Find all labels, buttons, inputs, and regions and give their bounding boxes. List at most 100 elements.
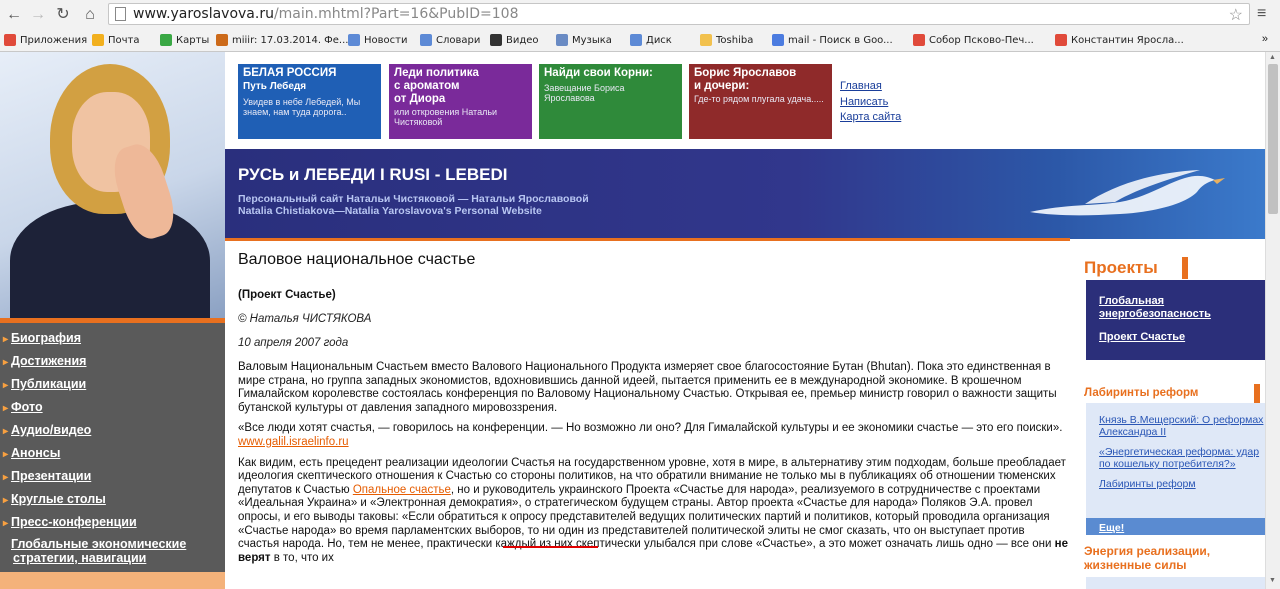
left-nav-label: Аудио/видео — [11, 423, 92, 437]
article: Валовое национальное счастье (Проект Сча… — [238, 251, 1068, 572]
menu-icon[interactable]: ≡ — [1257, 5, 1266, 23]
url-host: www.yaroslavova.ru — [133, 6, 274, 22]
paragraph-text: в то, что их — [270, 551, 334, 564]
left-nav-item[interactable]: ▸ Аудио/видео — [3, 423, 225, 439]
left-nav-item[interactable]: ▸ Достижения — [3, 354, 225, 370]
scroll-up-icon[interactable]: ▲ — [1269, 54, 1276, 61]
bookmark-star-icon[interactable]: ☆ — [1229, 5, 1243, 25]
bookmark-item[interactable]: Музыка — [556, 34, 612, 46]
bookmark-item[interactable]: miiir: 17.03.2014. Фе... — [216, 34, 348, 46]
home-icon[interactable]: ⌂ — [80, 5, 100, 25]
reform-link-meshchersky[interactable]: Князь В.Мещерский: О реформах Александра… — [1099, 414, 1265, 438]
bookmark-item[interactable]: Константин Яросла... — [1055, 34, 1184, 46]
back-icon[interactable]: ← — [4, 5, 24, 25]
bookmark-label: mail - Поиск в Goo... — [788, 34, 893, 46]
reform-link-labyrinths[interactable]: Лабиринты реформ — [1099, 478, 1265, 490]
projects-heading: Проекты — [1084, 257, 1188, 279]
arrow-icon: ▸ — [3, 426, 9, 437]
bookmark-item[interactable]: mail - Поиск в Goo... — [772, 34, 893, 46]
bookmark-label: Приложения — [20, 34, 88, 46]
banner-box-subtitle: с ароматом — [394, 80, 460, 92]
left-nav-item[interactable]: ▸ Фото — [3, 400, 225, 416]
bookmark-icon — [216, 34, 228, 46]
link-write[interactable]: Написать — [840, 95, 901, 111]
bookmark-item[interactable]: Toshiba — [700, 34, 753, 46]
banner-box-naydi-korni[interactable]: Найди свои Корни: Завещание Бориса Яросл… — [539, 64, 682, 139]
bookmark-item[interactable]: Диск — [630, 34, 672, 46]
project-link-energy[interactable]: Глобальная энергобезопасность — [1099, 295, 1265, 321]
more-bar: Еще! — [1086, 518, 1265, 535]
left-nav-item[interactable]: ▸ Биография — [3, 331, 225, 347]
link-home[interactable]: Главная — [840, 79, 901, 95]
reload-icon[interactable]: ↻ — [53, 5, 73, 25]
banner-box-subtitle: Путь Лебедя — [243, 81, 307, 92]
bookmark-item[interactable]: Приложения — [4, 34, 87, 46]
site-header: БЕЛАЯ РОССИЯ Путь Лебедя Увидев в небе Л… — [225, 52, 1265, 241]
opalnoe-schastie-link[interactable]: Опальное счастье — [353, 484, 451, 496]
galil-link[interactable]: www.galil.israelinfo.ru — [238, 436, 349, 448]
scroll-thumb[interactable] — [1268, 64, 1278, 214]
banner-box-ledi-politika[interactable]: Леди политика с ароматом от Диора или от… — [389, 64, 532, 139]
left-nav-item[interactable]: ▸ Презентации — [3, 469, 225, 485]
address-bar[interactable]: www.yaroslavova.ru/main.mhtml?Part=16&Pu… — [108, 3, 1250, 25]
bookmark-icon — [4, 34, 16, 46]
header-orange-line — [225, 238, 1070, 241]
reforms-box: Князь В.Мещерский: О реформах Александра… — [1086, 403, 1265, 533]
bookmark-label: Диск — [646, 34, 672, 46]
reforms-heading: Лабиринты реформ — [1084, 384, 1260, 403]
bookmark-item[interactable]: Видео — [490, 34, 539, 46]
banner-box-subtitle: и дочери: — [694, 80, 750, 92]
right-sidebar: Проекты Глобальная энергобезопасность Пр… — [1080, 257, 1265, 589]
bookmark-item[interactable]: Новости — [348, 34, 407, 46]
page-icon — [115, 7, 126, 21]
banner-box-boris-yaroslavov[interactable]: Борис Ярославов и дочери: Где-то рядом п… — [689, 64, 832, 139]
bookmark-item[interactable]: Почта — [92, 34, 140, 46]
bookmark-item[interactable]: Словари — [420, 34, 480, 46]
energy-heading: Энергия реализации, жизненные силы — [1084, 544, 1211, 572]
article-date: 10 апреля 2007 года — [238, 337, 349, 349]
bookmark-label: Toshiba — [716, 34, 754, 46]
energy-box — [1086, 577, 1265, 589]
bookmark-icon — [700, 34, 712, 46]
more-link[interactable]: Еще! — [1099, 522, 1124, 534]
left-nav-label: Биография — [11, 331, 82, 345]
arrow-icon: ▸ — [3, 539, 11, 552]
bookmark-item[interactable]: Собор Псково-Печ... — [913, 34, 1034, 46]
bookmark-label: Собор Псково-Печ... — [929, 34, 1034, 46]
left-nav-item[interactable]: ▸ Анонсы — [3, 446, 225, 462]
banner-box-title: Леди политика — [394, 67, 479, 79]
site-title: РУСЬ и ЛЕБЕДИ I RUSI - LEBEDI — [238, 165, 508, 184]
project-link-happiness[interactable]: Проект Счастье — [1099, 331, 1265, 344]
page-scrollbar[interactable]: ▲ ▼ — [1265, 52, 1280, 589]
bookmark-icon — [913, 34, 925, 46]
banner-box-belaya-rossiya[interactable]: БЕЛАЯ РОССИЯ Путь Лебедя Увидев в небе Л… — [238, 64, 381, 139]
arrow-icon: ▸ — [3, 472, 9, 483]
site-subtitle-ru: Персональный сайт Натальи Чистяковой — Н… — [238, 193, 589, 205]
left-nav-item[interactable]: ▸ Круглые столы — [3, 492, 225, 508]
bookmark-item[interactable]: Карты — [160, 34, 209, 46]
bookmark-label: miiir: 17.03.2014. Фе... — [232, 34, 349, 46]
arrow-icon: ▸ — [3, 334, 9, 345]
bookmark-icon — [160, 34, 172, 46]
arrow-icon: ▸ — [3, 518, 9, 529]
left-nav-item[interactable]: ▸Глобальные экономические стратегии, нав… — [3, 538, 225, 565]
bookmark-icon — [348, 34, 360, 46]
paragraph-text: «Все люди хотят счастья, — говорилось на… — [238, 422, 1063, 435]
left-nav-item[interactable]: ▸ Публикации — [3, 377, 225, 393]
reform-link-energy-reform[interactable]: «Энергетическая реформа: удар по кошельк… — [1099, 446, 1265, 470]
browser-toolbar: ← → ↻ ⌂ www.yaroslavova.ru/main.mhtml?Pa… — [0, 0, 1280, 30]
forward-icon[interactable]: → — [28, 5, 48, 25]
banner-box-subtitle: от Диора — [394, 93, 446, 105]
bookmark-icon — [772, 34, 784, 46]
bookmark-label: Почта — [108, 34, 140, 46]
left-nav-label: Пресс-конференции — [11, 515, 137, 529]
link-sitemap[interactable]: Карта сайта — [840, 110, 901, 126]
red-underline-annotation — [503, 546, 598, 548]
bookmarks-bar: Приложения Почта Карты miiir: 17.03.2014. Ф… — [0, 30, 1280, 52]
left-nav-item[interactable]: ▸ Пресс-конференции — [3, 515, 225, 531]
site-subtitle-en: Natalia Chistiakova—Natalia Yaroslavova'… — [238, 205, 542, 217]
left-nav-label: Круглые столы — [11, 492, 106, 506]
scroll-down-icon[interactable]: ▼ — [1269, 577, 1276, 584]
author-photo — [0, 52, 225, 320]
bookmarks-overflow[interactable]: » — [1262, 33, 1268, 45]
